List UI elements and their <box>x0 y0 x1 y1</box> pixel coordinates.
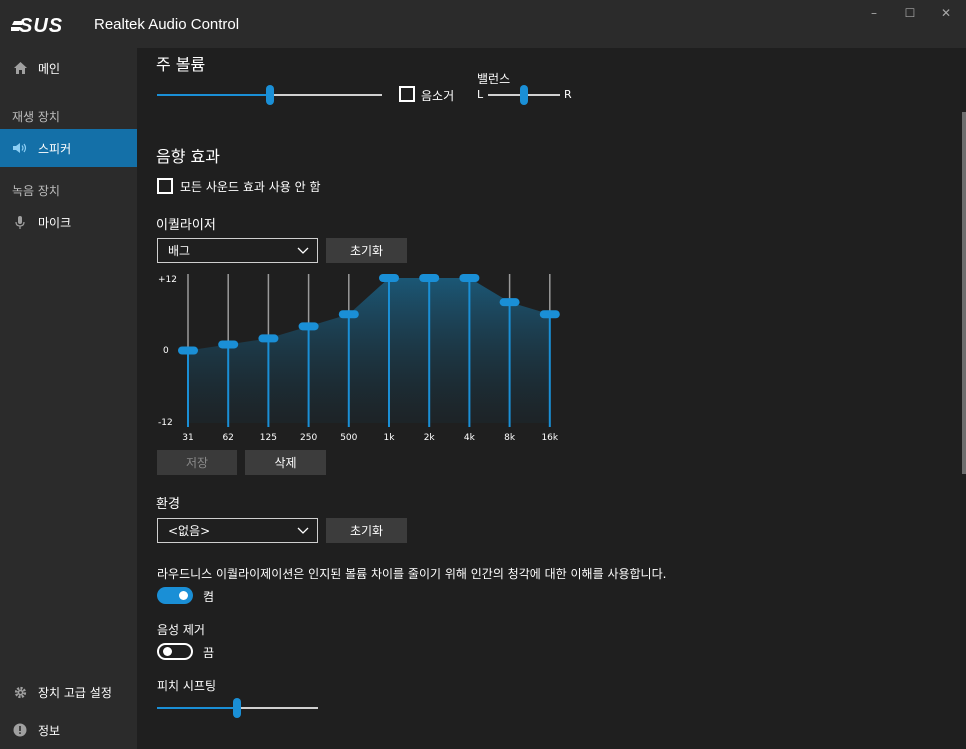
close-icon: ✕ <box>940 6 952 20</box>
svg-text:SUS: SUS <box>19 15 63 37</box>
equalizer-chart[interactable] <box>137 48 597 478</box>
environment-value: <없음> <box>168 524 211 538</box>
pitch-track <box>237 707 318 709</box>
sidebar-item-label: 메인 <box>38 61 61 76</box>
title-bar: SUS Realtek Audio Control – ☐ ✕ <box>0 0 966 48</box>
eq-curve-area <box>188 278 550 423</box>
sidebar-item-label: 정보 <box>38 723 61 738</box>
maximize-icon: ☐ <box>904 6 916 20</box>
sidebar-item-advanced-settings[interactable]: 장치 고급 설정 <box>0 673 137 711</box>
environment-reset-button[interactable]: 초기화 <box>326 518 407 543</box>
minimize-icon: – <box>871 6 877 20</box>
loudness-toggle[interactable] <box>157 587 193 604</box>
info-icon <box>12 722 28 738</box>
sidebar-item-label: 스피커 <box>38 141 72 156</box>
loudness-description: 라우드니스 이퀄라이제이션은 인지된 볼륨 차이를 줄이기 위해 인간의 청각에… <box>157 567 667 581</box>
eq-frequency-label: 8k <box>504 433 516 443</box>
eq-frequency-label: 31 <box>182 433 194 443</box>
environment-dropdown[interactable]: <없음> <box>157 518 318 543</box>
app-title: Realtek Audio Control <box>94 16 240 33</box>
close-button[interactable]: ✕ <box>928 0 964 26</box>
equalizer-save-button[interactable]: 저장 <box>157 450 237 475</box>
microphone-icon <box>12 214 28 230</box>
sidebar-item-microphone[interactable]: 마이크 <box>0 203 137 241</box>
eq-band-thumb-16k[interactable] <box>539 310 560 319</box>
speaker-icon <box>12 140 28 156</box>
section-recording-devices: 녹음 장치 <box>12 184 60 198</box>
sidebar-item-label: 마이크 <box>38 215 72 230</box>
eq-band-thumb-62[interactable] <box>218 340 239 349</box>
eq-frequency-label: 4k <box>463 433 475 443</box>
eq-frequency-label: 500 <box>340 433 358 443</box>
minimize-button[interactable]: – <box>856 0 892 26</box>
pitch-shifting-title: 피치 시프팅 <box>157 679 217 693</box>
eq-frequency-label: 2k <box>423 433 435 443</box>
pitch-fill <box>157 707 237 709</box>
sidebar-item-info[interactable]: 정보 <box>0 711 137 749</box>
maximize-button[interactable]: ☐ <box>892 0 928 26</box>
eq-band-thumb-2k[interactable] <box>419 274 440 282</box>
eq-band-thumb-1k[interactable] <box>379 274 399 282</box>
eq-band-thumb-8k[interactable] <box>499 298 520 307</box>
pitch-thumb[interactable] <box>233 698 241 718</box>
eq-band-thumb-4k[interactable] <box>459 274 480 282</box>
scrollbar[interactable] <box>962 112 966 474</box>
home-icon <box>12 60 28 76</box>
environment-title: 환경 <box>156 497 180 512</box>
eq-frequency-label: 125 <box>259 433 277 443</box>
asus-logo: SUS <box>11 15 63 37</box>
eq-band-thumb-500[interactable] <box>338 310 359 319</box>
section-playback-devices: 재생 장치 <box>12 110 60 124</box>
eq-frequency-label: 1k <box>383 433 395 443</box>
eq-band-thumb-125[interactable] <box>258 334 279 343</box>
sidebar-item-label: 장치 고급 설정 <box>38 685 112 700</box>
voice-cancel-title: 음성 제거 <box>157 623 205 637</box>
toggle-knob <box>179 591 188 600</box>
eq-band-thumb-31[interactable] <box>178 346 198 355</box>
voice-cancel-state-label: 끔 <box>203 646 215 660</box>
equalizer-delete-button[interactable]: 삭제 <box>245 450 326 475</box>
eq-band-thumb-250[interactable] <box>298 322 319 331</box>
eq-frequency-label: 62 <box>222 433 234 443</box>
eq-frequency-label: 16k <box>541 433 559 443</box>
gear-icon <box>12 684 28 700</box>
voice-cancel-toggle[interactable] <box>157 643 193 660</box>
sidebar-item-speaker[interactable]: 스피커 <box>0 129 137 167</box>
main-panel: 주 볼륨 음소거 밸런스 L R 음향 효과 모든 사운드 효과 사용 안 함 … <box>137 48 966 749</box>
eq-frequency-label: 250 <box>300 433 318 443</box>
sidebar-item-main[interactable]: 메인 <box>0 49 137 87</box>
chevron-down-icon <box>297 527 309 534</box>
sidebar: 메인 재생 장치 스피커 녹음 장치 마이크 장치 고급 설정 정보 <box>0 48 137 749</box>
toggle-knob <box>163 647 172 656</box>
loudness-state-label: 켬 <box>203 590 215 604</box>
